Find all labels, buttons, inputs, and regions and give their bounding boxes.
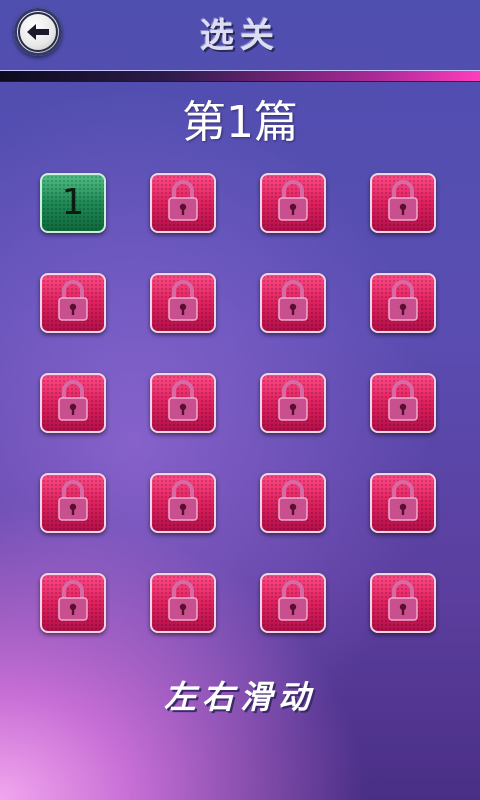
level-tile-13[interactable] xyxy=(40,473,106,533)
level-tile-16[interactable] xyxy=(370,473,436,533)
level-tile-15[interactable] xyxy=(260,473,326,533)
padlock-icon xyxy=(53,277,93,329)
header-divider xyxy=(0,70,480,82)
padlock-icon xyxy=(163,377,203,429)
padlock-icon xyxy=(53,577,93,629)
padlock-icon xyxy=(383,577,423,629)
page-title: 选关 xyxy=(200,16,280,56)
padlock-icon xyxy=(273,477,313,529)
padlock-icon xyxy=(383,477,423,529)
level-tile-1[interactable]: 1 xyxy=(40,173,106,233)
level-tile-6[interactable] xyxy=(150,273,216,333)
level-tile-5[interactable] xyxy=(40,273,106,333)
padlock-icon xyxy=(163,577,203,629)
level-tile-10[interactable] xyxy=(150,373,216,433)
padlock-icon xyxy=(163,177,203,229)
padlock-icon xyxy=(383,277,423,329)
padlock-icon xyxy=(273,277,313,329)
level-tile-11[interactable] xyxy=(260,373,326,433)
padlock-icon xyxy=(273,577,313,629)
level-tile-9[interactable] xyxy=(40,373,106,433)
level-tile-7[interactable] xyxy=(260,273,326,333)
top-bar: 选关 xyxy=(0,0,480,72)
level-tile-19[interactable] xyxy=(260,573,326,633)
level-tile-14[interactable] xyxy=(150,473,216,533)
padlock-icon xyxy=(383,177,423,229)
level-tile-20[interactable] xyxy=(370,573,436,633)
level-tile-3[interactable] xyxy=(260,173,326,233)
level-tile-2[interactable] xyxy=(150,173,216,233)
level-tile-8[interactable] xyxy=(370,273,436,333)
level-tile-17[interactable] xyxy=(40,573,106,633)
level-tile-12[interactable] xyxy=(370,373,436,433)
padlock-icon xyxy=(163,477,203,529)
padlock-icon xyxy=(163,277,203,329)
padlock-icon xyxy=(383,377,423,429)
level-tile-4[interactable] xyxy=(370,173,436,233)
padlock-icon xyxy=(273,177,313,229)
level-number: 1 xyxy=(61,182,85,223)
chapter-title: 第1篇 xyxy=(182,97,298,148)
padlock-icon xyxy=(53,477,93,529)
swipe-hint: 左右滑动 xyxy=(163,678,316,716)
level-tile-18[interactable] xyxy=(150,573,216,633)
padlock-icon xyxy=(53,377,93,429)
padlock-icon xyxy=(273,377,313,429)
